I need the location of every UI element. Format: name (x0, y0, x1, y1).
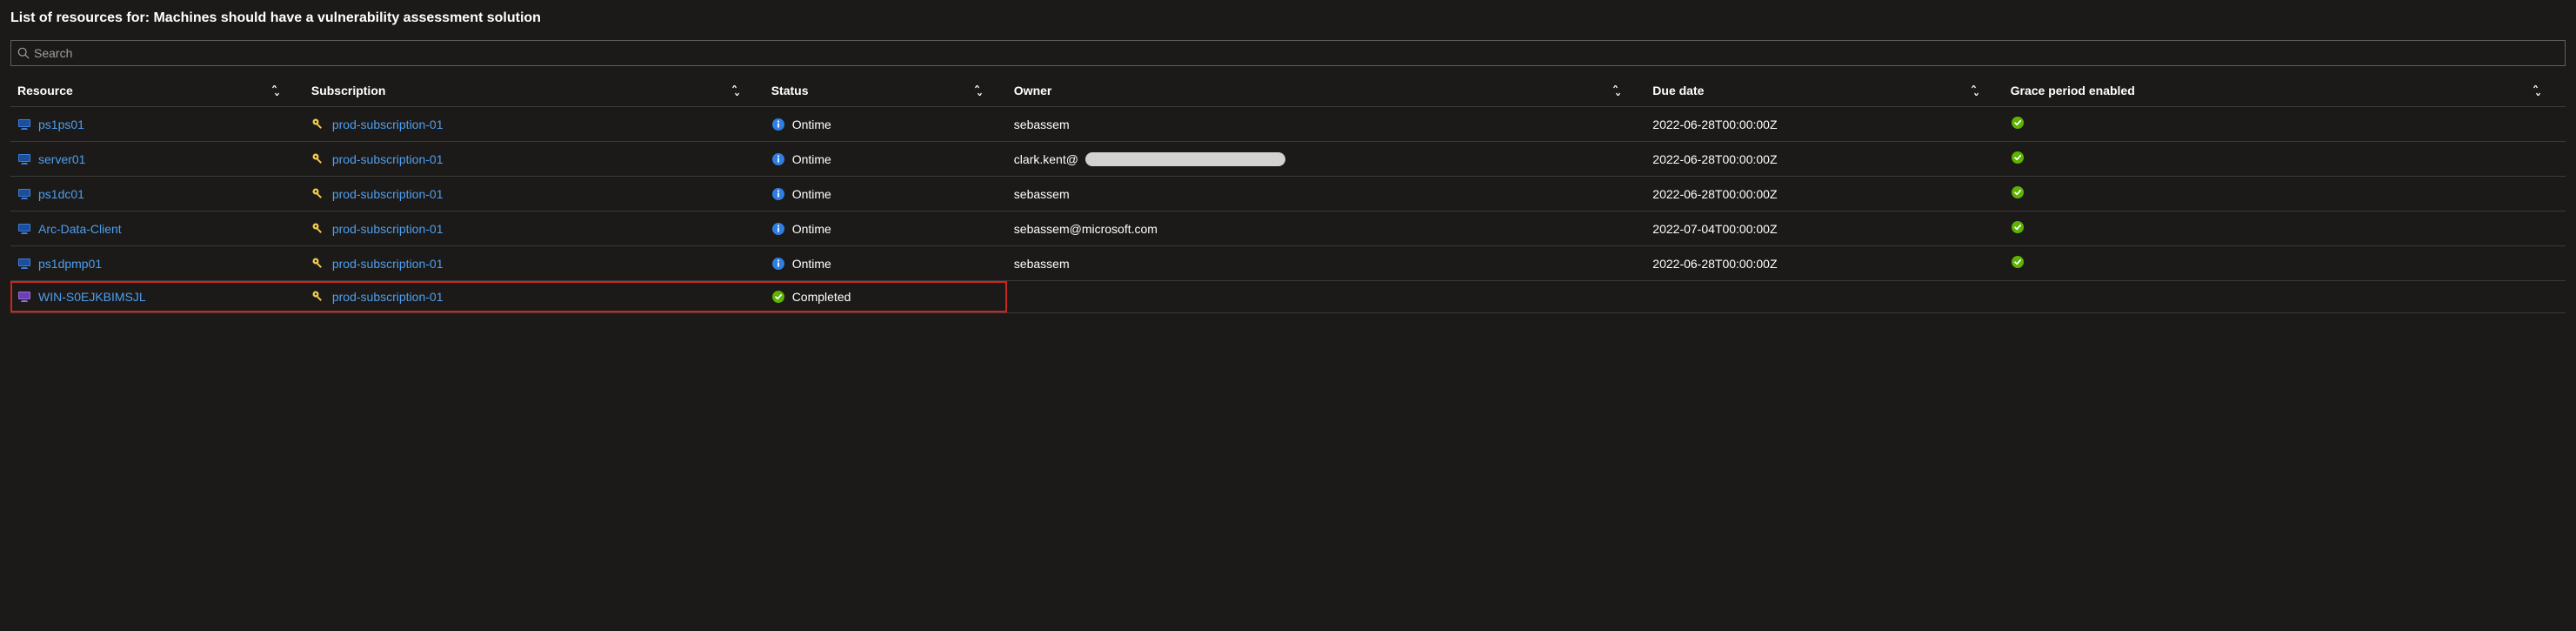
page-title: List of resources for: Machines should h… (10, 10, 2566, 26)
subscription-link[interactable]: prod-subscription-01 (332, 117, 444, 131)
subscription-link[interactable]: prod-subscription-01 (332, 290, 444, 304)
sort-icon[interactable] (730, 85, 742, 96)
vm-icon (17, 187, 31, 201)
key-icon (311, 290, 325, 304)
subscription-link[interactable]: prod-subscription-01 (332, 257, 444, 271)
sort-icon[interactable] (972, 85, 984, 96)
col-header-resource[interactable]: Resource (10, 75, 304, 107)
table-row[interactable]: ps1ps01 prod-subscription-01 Ontime sebasse… (10, 107, 2566, 142)
table-row[interactable]: WIN-S0EJKBIMSJL prod-subscription-01 Compl… (10, 281, 2566, 313)
check-icon (771, 290, 785, 304)
info-icon (771, 187, 785, 201)
due-date-text: 2022-06-28T00:00:00Z (1652, 117, 1777, 131)
info-icon (771, 117, 785, 131)
vm-icon (17, 222, 31, 236)
owner-text: clark.kent@ (1014, 152, 1078, 166)
check-icon (2011, 255, 2025, 269)
col-header-grace[interactable]: Grace period enabled (2004, 75, 2566, 107)
col-header-status[interactable]: Status (764, 75, 1007, 107)
status-text: Ontime (792, 187, 831, 201)
due-date-text: 2022-06-28T00:00:00Z (1652, 257, 1777, 271)
col-label: Due date (1652, 84, 1704, 97)
search-bar[interactable] (10, 40, 2566, 66)
col-label: Status (771, 84, 809, 97)
redacted-text (1085, 152, 1285, 166)
vm-icon (17, 117, 31, 131)
resource-link[interactable]: ps1dpmp01 (38, 257, 102, 271)
info-icon (771, 257, 785, 271)
status-text: Ontime (792, 222, 831, 236)
status-text: Completed (792, 290, 851, 304)
due-date-text: 2022-07-04T00:00:00Z (1652, 222, 1777, 236)
due-date-text: 2022-06-28T00:00:00Z (1652, 152, 1777, 166)
vm-icon (17, 152, 31, 166)
resource-link[interactable]: WIN-S0EJKBIMSJL (38, 290, 146, 304)
subscription-link[interactable]: prod-subscription-01 (332, 187, 444, 201)
arc-server-icon (17, 290, 31, 304)
resource-link[interactable]: server01 (38, 152, 85, 166)
owner-text: sebassem (1014, 187, 1070, 201)
search-input[interactable] (34, 46, 2556, 60)
col-label: Grace period enabled (2011, 84, 2135, 97)
owner-text: sebassem@microsoft.com (1014, 222, 1158, 236)
col-label: Owner (1014, 84, 1052, 97)
owner-text: sebassem (1014, 257, 1070, 271)
table-row[interactable]: Arc-Data-Client prod-subscription-01 Ontim… (10, 211, 2566, 246)
resource-link[interactable]: ps1ps01 (38, 117, 84, 131)
check-icon (2011, 185, 2025, 199)
info-icon (771, 152, 785, 166)
sort-icon[interactable] (270, 85, 282, 96)
key-icon (311, 222, 325, 236)
status-text: Ontime (792, 117, 831, 131)
table-row[interactable]: server01 prod-subscription-01 Ontime clark.… (10, 142, 2566, 177)
vm-icon (17, 257, 31, 271)
col-label: Subscription (311, 84, 386, 97)
info-icon (771, 222, 785, 236)
col-header-subscription[interactable]: Subscription (304, 75, 764, 107)
resource-link[interactable]: Arc-Data-Client (38, 222, 122, 236)
col-header-owner[interactable]: Owner (1007, 75, 1646, 107)
due-date-text: 2022-06-28T00:00:00Z (1652, 187, 1777, 201)
search-icon (20, 46, 34, 60)
sort-icon[interactable] (2531, 85, 2543, 96)
col-label: Resource (17, 84, 73, 97)
table-row[interactable]: ps1dc01 prod-subscription-01 Ontime sebasse… (10, 177, 2566, 211)
key-icon (311, 187, 325, 201)
owner-text: sebassem (1014, 117, 1070, 131)
sort-icon[interactable] (1969, 85, 1981, 96)
status-text: Ontime (792, 257, 831, 271)
key-icon (311, 257, 325, 271)
key-icon (311, 152, 325, 166)
status-text: Ontime (792, 152, 831, 166)
resources-table: Resource Subscription Status (10, 75, 2566, 313)
resource-link[interactable]: ps1dc01 (38, 187, 84, 201)
check-icon (2011, 116, 2025, 130)
col-header-duedate[interactable]: Due date (1645, 75, 2003, 107)
subscription-link[interactable]: prod-subscription-01 (332, 152, 444, 166)
key-icon (311, 117, 325, 131)
check-icon (2011, 151, 2025, 164)
table-row[interactable]: ps1dpmp01 prod-subscription-01 Ontime sebas… (10, 246, 2566, 281)
sort-icon[interactable] (1611, 85, 1623, 96)
check-icon (2011, 220, 2025, 234)
subscription-link[interactable]: prod-subscription-01 (332, 222, 444, 236)
